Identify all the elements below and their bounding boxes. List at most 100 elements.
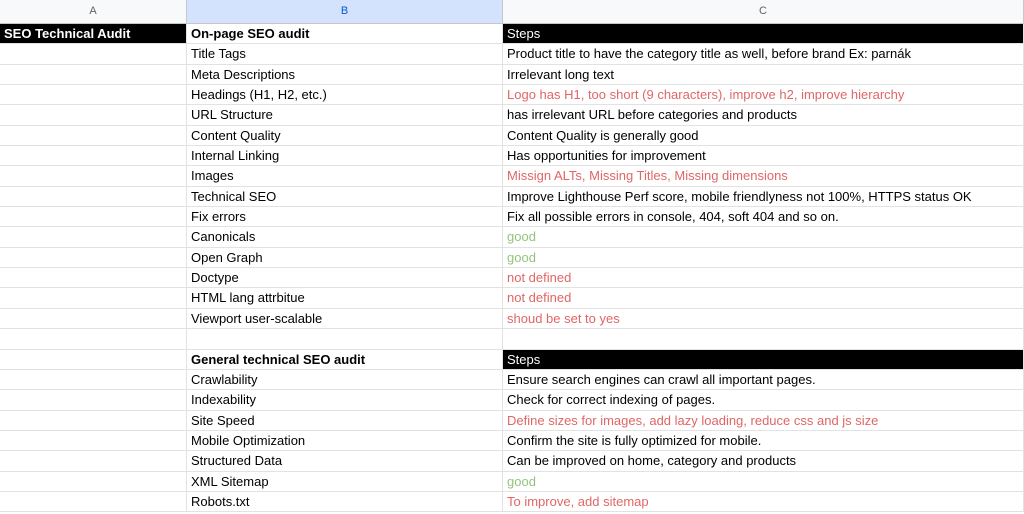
cell-c[interactable]: has irrelevant URL before categories and… xyxy=(503,105,1024,125)
cell-c[interactable]: Irrelevant long text xyxy=(503,64,1024,85)
spreadsheet: A B C SEO Technical Audit On-page SEO aud… xyxy=(0,0,1024,514)
cell-c[interactable]: Content Quality is generally good xyxy=(503,125,1024,146)
cell-a[interactable] xyxy=(0,44,187,64)
table-row: SEO Technical Audit On-page SEO audit Step… xyxy=(0,24,1024,45)
cell-c[interactable]: Steps xyxy=(503,24,1024,44)
cell-c[interactable]: Steps xyxy=(503,349,1024,369)
table-row xyxy=(0,329,1024,350)
cell-a[interactable] xyxy=(0,410,187,430)
table-row: Fix errors Fix all possible errors in con… xyxy=(0,207,1024,228)
cell-c[interactable]: Can be improved on home, category and pr… xyxy=(503,451,1024,471)
cell-a[interactable] xyxy=(0,247,187,268)
cell-b[interactable]: Robots.txt xyxy=(187,491,503,512)
cell-c[interactable]: Ensure search engines can crawl all impo… xyxy=(503,369,1024,390)
cell-b[interactable]: Fix errors xyxy=(187,207,503,227)
cell-c[interactable]: good xyxy=(503,247,1024,268)
cell-c[interactable]: Logo has H1, too short (9 characters), i… xyxy=(503,85,1024,105)
cell-a[interactable] xyxy=(0,471,187,491)
table-row: Viewport user-scalable shoud be set to ye… xyxy=(0,308,1024,330)
cell-b[interactable]: Doctype xyxy=(187,268,503,288)
table-row: Content Quality Content Quality is genera… xyxy=(0,125,1024,147)
cell-b[interactable]: XML Sitemap xyxy=(187,471,503,491)
cell-grid: SEO Technical Audit On-page SEO audit Step… xyxy=(0,24,1024,513)
cell-b[interactable]: Indexability xyxy=(187,390,503,410)
cell-b[interactable]: Headings (H1, H2, etc.) xyxy=(187,85,503,105)
cell-c[interactable]: Define sizes for images, add lazy loadin… xyxy=(503,410,1024,430)
table-row: Structured Data Can be improved on home, … xyxy=(0,451,1024,472)
cell-a[interactable] xyxy=(0,125,187,146)
cell-a[interactable] xyxy=(0,451,187,471)
cell-a[interactable] xyxy=(0,288,187,308)
column-header-c[interactable]: C xyxy=(503,0,1024,23)
cell-b[interactable]: Canonicals xyxy=(187,227,503,247)
cell-a[interactable]: SEO Technical Audit xyxy=(0,24,187,44)
column-header-a[interactable]: A xyxy=(0,0,187,23)
cell-b[interactable]: Content Quality xyxy=(187,125,503,146)
cell-b[interactable]: Structured Data xyxy=(187,451,503,471)
table-row: Site Speed Define sizes for images, add l… xyxy=(0,410,1024,431)
cell-c[interactable]: not defined xyxy=(503,268,1024,288)
cell-c[interactable]: good xyxy=(503,227,1024,247)
cell-b[interactable]: Site Speed xyxy=(187,410,503,430)
cell-a[interactable] xyxy=(0,329,187,349)
cell-a[interactable] xyxy=(0,166,187,186)
cell-c[interactable] xyxy=(503,329,1024,349)
cell-b[interactable]: General technical SEO audit xyxy=(187,349,503,369)
cell-b[interactable]: Technical SEO xyxy=(187,186,503,207)
cell-b[interactable] xyxy=(187,329,503,349)
cell-c[interactable]: Improve Lighthouse Perf score, mobile fr… xyxy=(503,186,1024,207)
table-row: XML Sitemap good xyxy=(0,471,1024,492)
column-header-b[interactable]: B xyxy=(187,0,503,23)
cell-a[interactable] xyxy=(0,227,187,247)
table-row: HTML lang attrbitue not defined xyxy=(0,288,1024,309)
table-row: Indexability Check for correct indexing o… xyxy=(0,390,1024,411)
cell-a[interactable] xyxy=(0,308,187,329)
cell-b[interactable]: Viewport user-scalable xyxy=(187,308,503,329)
cell-c[interactable]: Confirm the site is fully optimized for … xyxy=(503,430,1024,451)
table-row: General technical SEO audit Steps xyxy=(0,349,1024,370)
table-row: Crawlability Ensure search engines can cr… xyxy=(0,369,1024,391)
column-header-bar: A B C xyxy=(0,0,1024,24)
cell-b[interactable]: Meta Descriptions xyxy=(187,64,503,85)
cell-c[interactable]: Has opportunities for improvement xyxy=(503,146,1024,166)
cell-c[interactable]: To improve, add sitemap xyxy=(503,491,1024,512)
cell-c[interactable]: Missign ALTs, Missing Titles, Missing di… xyxy=(503,166,1024,186)
table-row: Open Graph good xyxy=(0,247,1024,269)
cell-a[interactable] xyxy=(0,491,187,512)
cell-b[interactable]: On-page SEO audit xyxy=(187,24,503,44)
table-row: Robots.txt To improve, add sitemap xyxy=(0,491,1024,513)
cell-a[interactable] xyxy=(0,207,187,227)
cell-a[interactable] xyxy=(0,64,187,85)
cell-a[interactable] xyxy=(0,105,187,125)
table-row: URL Structure has irrelevant URL before c… xyxy=(0,105,1024,126)
cell-b[interactable]: Mobile Optimization xyxy=(187,430,503,451)
cell-a[interactable] xyxy=(0,349,187,369)
cell-c[interactable]: Fix all possible errors in console, 404,… xyxy=(503,207,1024,227)
cell-b[interactable]: HTML lang attrbitue xyxy=(187,288,503,308)
table-row: Title Tags Product title to have the cate… xyxy=(0,44,1024,65)
table-row: Meta Descriptions Irrelevant long text xyxy=(0,64,1024,86)
table-row: Images Missign ALTs, Missing Titles, Miss… xyxy=(0,166,1024,187)
cell-b[interactable]: Open Graph xyxy=(187,247,503,268)
cell-b[interactable]: URL Structure xyxy=(187,105,503,125)
table-row: Technical SEO Improve Lighthouse Perf sco… xyxy=(0,186,1024,208)
table-row: Canonicals good xyxy=(0,227,1024,248)
table-row: Doctype not defined xyxy=(0,268,1024,289)
table-row: Headings (H1, H2, etc.) Logo has H1, too … xyxy=(0,85,1024,106)
cell-c[interactable]: Check for correct indexing of pages. xyxy=(503,390,1024,410)
cell-c[interactable]: shoud be set to yes xyxy=(503,308,1024,329)
cell-a[interactable] xyxy=(0,430,187,451)
cell-a[interactable] xyxy=(0,369,187,390)
cell-b[interactable]: Crawlability xyxy=(187,369,503,390)
cell-c[interactable]: not defined xyxy=(503,288,1024,308)
cell-b[interactable]: Images xyxy=(187,166,503,186)
cell-a[interactable] xyxy=(0,186,187,207)
cell-a[interactable] xyxy=(0,85,187,105)
cell-a[interactable] xyxy=(0,268,187,288)
cell-b[interactable]: Internal Linking xyxy=(187,146,503,166)
cell-c[interactable]: good xyxy=(503,471,1024,491)
cell-a[interactable] xyxy=(0,390,187,410)
cell-b[interactable]: Title Tags xyxy=(187,44,503,64)
cell-a[interactable] xyxy=(0,146,187,166)
cell-c[interactable]: Product title to have the category title… xyxy=(503,44,1024,64)
